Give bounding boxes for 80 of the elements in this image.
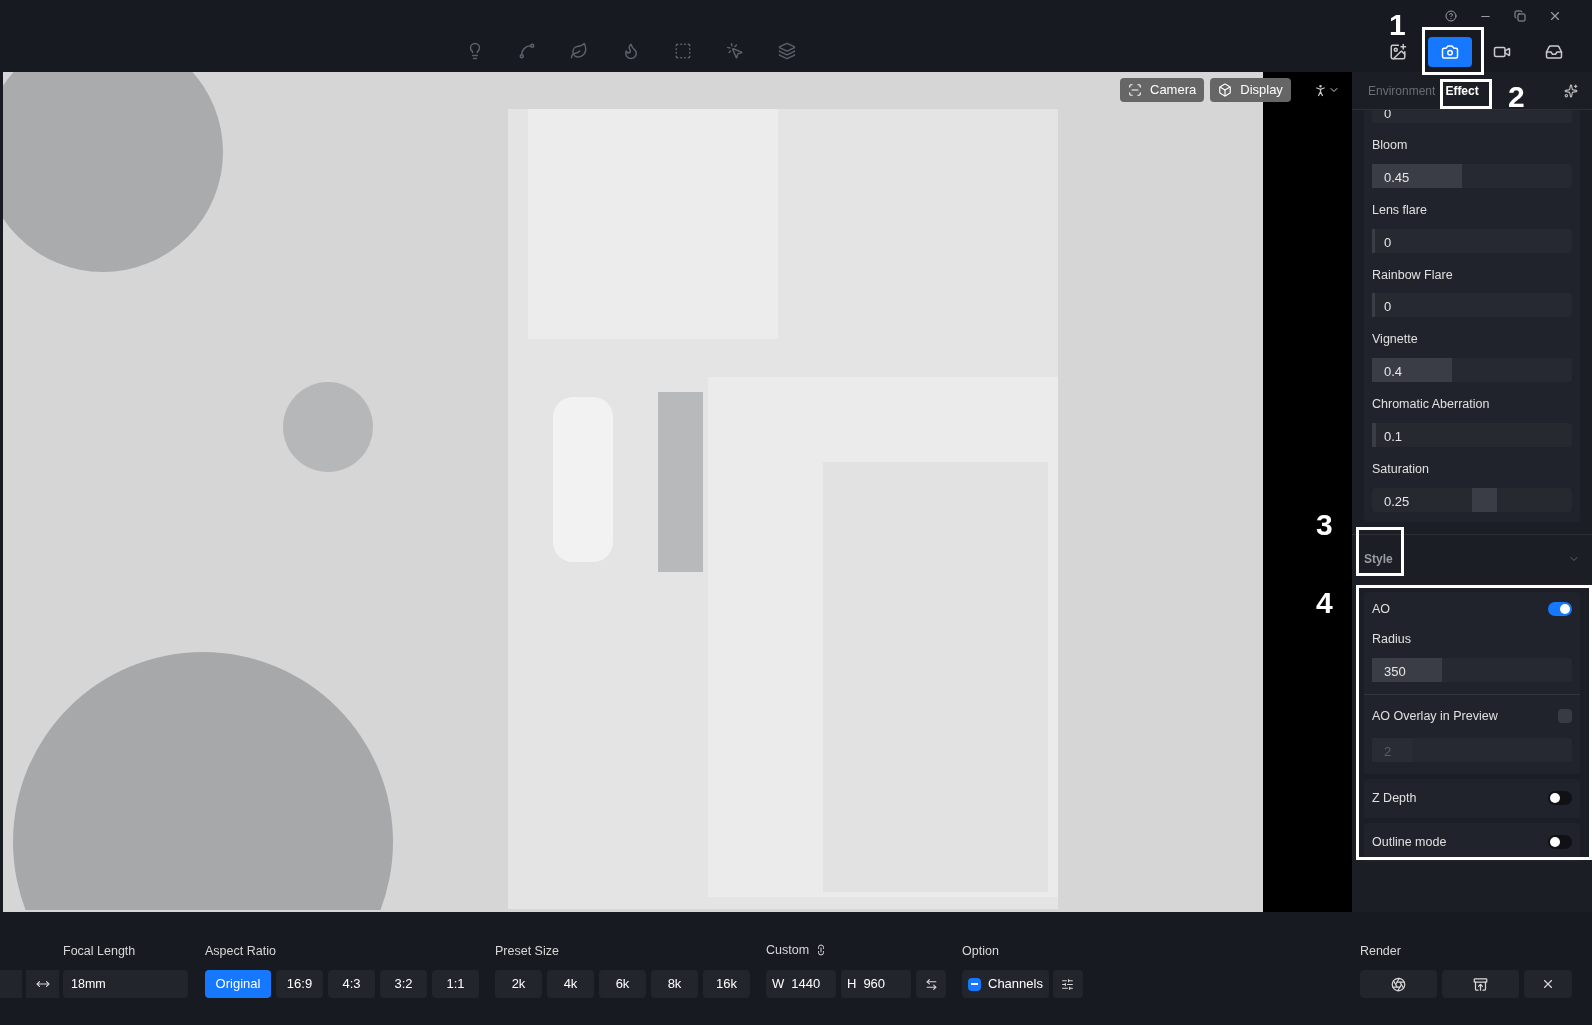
group-label: Option <box>962 943 1000 958</box>
group-label: Render <box>1359 943 1402 958</box>
toggle-switch[interactable] <box>1548 791 1572 806</box>
nodes-icon[interactable] <box>518 42 536 60</box>
swap-button[interactable] <box>916 970 946 998</box>
size-option-button[interactable]: Original <box>205 970 271 998</box>
option-label: Outline mode <box>1372 833 1447 851</box>
sparkle-icon[interactable] <box>1564 83 1578 98</box>
slider-field[interactable]: 0 <box>1372 228 1572 253</box>
sliders-icon <box>1061 977 1075 991</box>
image-sparkle-icon <box>1389 43 1407 61</box>
group-label: Focal Length <box>63 943 137 958</box>
tray-icon <box>1545 43 1563 61</box>
callout-number: 1 <box>1389 10 1406 40</box>
effect-label: Lens flare <box>1372 201 1428 219</box>
group-label: Aspect Ratio <box>205 943 277 958</box>
leaf-icon[interactable] <box>570 42 588 60</box>
group-label: Preset Size <box>495 943 560 958</box>
aperture-icon <box>1390 976 1406 992</box>
close-icon[interactable] <box>1548 9 1562 23</box>
size-option-button[interactable]: 8k <box>651 970 698 998</box>
restore-icon[interactable] <box>1514 10 1526 22</box>
layers-icon[interactable] <box>778 42 796 60</box>
settings-button[interactable] <box>1052 970 1083 998</box>
slider-field[interactable]: 0.1 <box>1372 422 1572 447</box>
option-label: AO Overlay in Preview <box>1372 708 1498 725</box>
cube-icon <box>1218 83 1233 97</box>
field-prefix: W <box>772 975 785 994</box>
height-field[interactable]: H 960 <box>841 970 911 998</box>
field-value: 1440 <box>791 975 821 994</box>
toggle-switch[interactable] <box>1548 835 1572 850</box>
display-view-button[interactable]: Display <box>1210 78 1291 102</box>
option-label: Z Depth <box>1372 789 1417 807</box>
highlight-frame <box>1356 527 1404 576</box>
width-field[interactable]: W 1440 <box>766 970 836 998</box>
size-option-button[interactable]: 2k <box>495 970 542 998</box>
callout-number: 2 <box>1508 82 1525 112</box>
size-option-button[interactable]: 16:9 <box>276 970 323 998</box>
option-label: AO <box>1372 600 1391 618</box>
size-option-button[interactable]: 16k <box>703 970 750 998</box>
effect-label: Bloom <box>1372 137 1409 154</box>
toggle-switch[interactable] <box>1548 601 1572 616</box>
channels-checkbox[interactable]: Channels <box>962 970 1049 998</box>
callout-number: 4 <box>1316 588 1333 618</box>
slider-field[interactable]: 0.4 <box>1372 358 1572 382</box>
section-title[interactable]: Style <box>1364 550 1393 568</box>
size-option-button[interactable]: 3:2 <box>380 970 427 998</box>
slider-field[interactable]: 0.25 <box>1372 487 1572 512</box>
add-to-tray-button[interactable] <box>1441 970 1519 998</box>
size-option-button[interactable]: 4:3 <box>328 970 375 998</box>
swap-icon <box>924 977 938 991</box>
slider-field[interactable]: 0 <box>1372 293 1572 318</box>
field-value: 960 <box>863 975 886 994</box>
help-icon[interactable] <box>1445 10 1457 22</box>
camera-icon <box>1441 43 1459 61</box>
highlight-frame <box>1440 79 1492 109</box>
camera-mode-button[interactable] <box>1428 37 1472 67</box>
highlight-frame <box>1422 27 1484 75</box>
option-label: Radius <box>1372 631 1412 649</box>
panel-tab[interactable]: Effect <box>1445 81 1479 100</box>
slider-field[interactable]: 0.45 <box>1372 163 1572 188</box>
camera-frame-icon <box>1128 83 1142 97</box>
size-option-button[interactable]: 4k <box>547 970 594 998</box>
checkbox[interactable] <box>1558 709 1572 724</box>
camera-view-button[interactable]: Camera <box>1120 78 1205 102</box>
effect-label: Rainbow Flare <box>1372 266 1454 284</box>
field-prefix: H <box>847 975 857 994</box>
render-button[interactable] <box>1359 970 1437 998</box>
effect-label: Chromatic Aberration <box>1372 396 1491 413</box>
focal-length-field[interactable]: 18mm <box>63 970 188 998</box>
group-label: Custom <box>766 941 810 959</box>
slider-field[interactable]: 350 <box>1372 658 1572 682</box>
size-option-button[interactable]: 6k <box>599 970 646 998</box>
effect-label: Vignette <box>1372 331 1419 349</box>
flame-icon[interactable] <box>622 42 640 60</box>
effect-label: Saturation <box>1372 460 1430 478</box>
cancel-button[interactable] <box>1523 970 1572 998</box>
width-arrows-icon[interactable] <box>26 970 59 998</box>
size-option-button[interactable]: 1:1 <box>432 970 479 998</box>
callout-number: 3 <box>1316 510 1333 540</box>
